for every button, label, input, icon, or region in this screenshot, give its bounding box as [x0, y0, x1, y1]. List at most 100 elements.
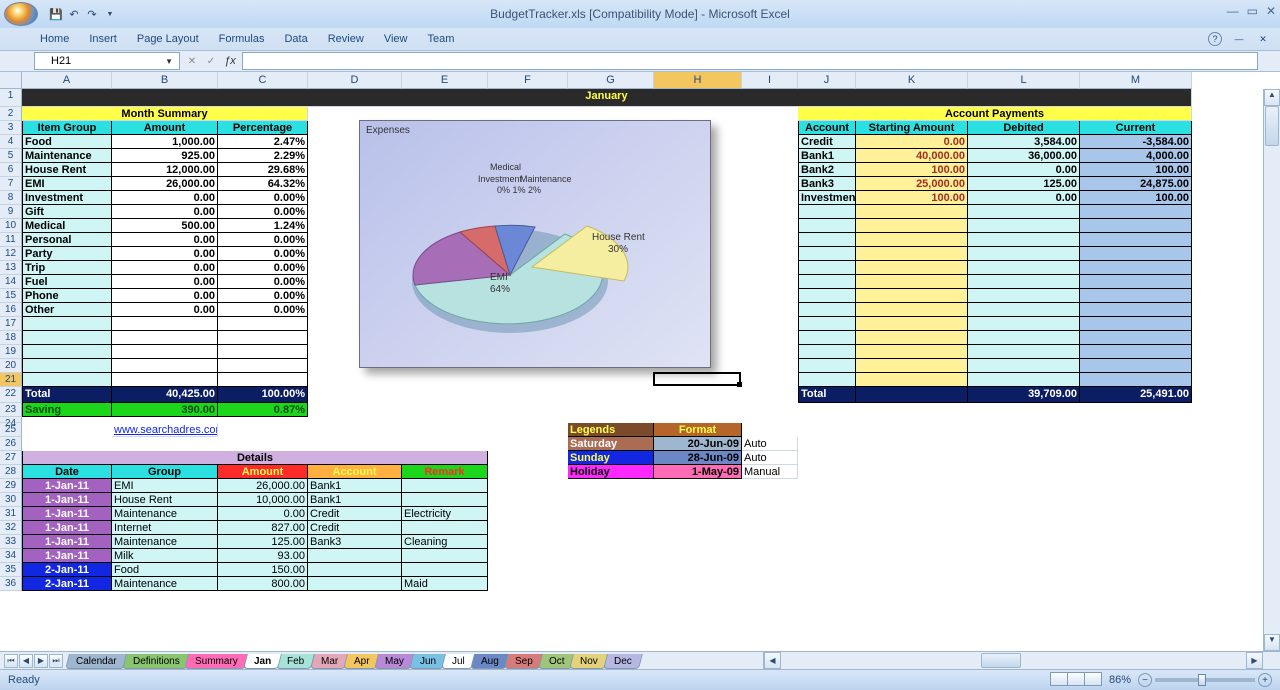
cell[interactable] [856, 275, 968, 289]
cell[interactable]: Remark [402, 465, 488, 479]
cell[interactable]: 40,425.00 [112, 387, 218, 403]
cell[interactable]: 0.00 [968, 191, 1080, 205]
row-header[interactable]: 3 [0, 121, 22, 135]
cell[interactable]: Holiday [568, 465, 654, 479]
cell[interactable]: Party [22, 247, 112, 261]
scroll-thumb[interactable] [1265, 106, 1279, 146]
row-header[interactable]: 11 [0, 233, 22, 247]
cell[interactable] [1080, 219, 1192, 233]
cell[interactable]: 0.00% [218, 303, 308, 317]
row-header[interactable]: 17 [0, 317, 22, 331]
cell[interactable] [798, 219, 856, 233]
cell[interactable]: 0.00% [218, 289, 308, 303]
cell[interactable] [798, 359, 856, 373]
col-header[interactable]: E [402, 72, 488, 89]
cell[interactable] [402, 479, 488, 493]
ribbon-tab-insert[interactable]: Insert [89, 33, 117, 45]
row-header[interactable]: 1 [0, 89, 22, 107]
ribbon-tab-view[interactable]: View [384, 33, 408, 45]
cell[interactable]: Food [22, 135, 112, 149]
cell[interactable]: 100.00 [1080, 191, 1192, 205]
cell[interactable]: 40,000.00 [856, 149, 968, 163]
row-header[interactable]: 26 [0, 437, 22, 451]
col-header[interactable]: C [218, 72, 308, 89]
fx-icon[interactable]: ƒx [222, 53, 238, 69]
cell[interactable] [968, 373, 1080, 387]
cell[interactable]: 0.00 [856, 135, 968, 149]
cell[interactable]: Trip [22, 261, 112, 275]
sheet-tab-feb[interactable]: Feb [276, 654, 315, 669]
cell[interactable]: 36,000.00 [968, 149, 1080, 163]
cell[interactable]: Bank3 [798, 177, 856, 191]
col-header[interactable]: H [654, 72, 742, 89]
cell[interactable]: Medical [22, 219, 112, 233]
cell[interactable] [22, 317, 112, 331]
row-header[interactable]: 27 [0, 451, 22, 465]
cell[interactable] [22, 373, 112, 387]
cell[interactable]: 64.32% [218, 177, 308, 191]
cell[interactable]: Total [798, 387, 856, 403]
cell[interactable]: 2-Jan-11 [22, 577, 112, 591]
sheet-tab-jan[interactable]: Jan [243, 654, 282, 669]
row-header[interactable]: 28 [0, 465, 22, 479]
cell[interactable]: Maintenance [112, 577, 218, 591]
name-box[interactable]: H21 ▼ [34, 52, 180, 70]
cell[interactable] [1080, 247, 1192, 261]
row-header[interactable]: 36 [0, 577, 22, 591]
cell[interactable] [218, 345, 308, 359]
cell[interactable]: Bank3 [308, 535, 402, 549]
cell[interactable] [968, 261, 1080, 275]
expenses-pie-chart[interactable]: Expenses EMI 64% House Rent 30% Medical … [359, 120, 711, 368]
next-sheet-button[interactable]: ▶ [34, 654, 48, 668]
cell[interactable] [856, 345, 968, 359]
cell[interactable] [1080, 275, 1192, 289]
zoom-level[interactable]: 86% [1109, 674, 1131, 686]
cell[interactable]: 10,000.00 [218, 493, 308, 507]
cell[interactable]: 3,584.00 [968, 135, 1080, 149]
details-title[interactable]: Details [22, 451, 488, 465]
cell[interactable] [968, 303, 1080, 317]
row-header[interactable]: 14 [0, 275, 22, 289]
cell[interactable]: 1-Jan-11 [22, 493, 112, 507]
cell[interactable] [798, 331, 856, 345]
cell[interactable]: 0.00 [112, 247, 218, 261]
cell[interactable]: 0.00 [218, 507, 308, 521]
ribbon-tab-team[interactable]: Team [427, 33, 454, 45]
scroll-right-button[interactable]: ▶ [1246, 652, 1263, 669]
cell[interactable]: -3,584.00 [1080, 135, 1192, 149]
row-header[interactable]: 32 [0, 521, 22, 535]
ribbon-tab-page-layout[interactable]: Page Layout [137, 33, 199, 45]
cell[interactable] [798, 261, 856, 275]
cell[interactable]: Account [308, 465, 402, 479]
worksheet-grid[interactable]: ABCDEFGHIJKLM 12345678910111213141516171… [0, 72, 1280, 651]
cell[interactable]: 0.00% [218, 261, 308, 275]
row-header[interactable]: 12 [0, 247, 22, 261]
cell[interactable]: Bank1 [798, 149, 856, 163]
cell[interactable] [798, 303, 856, 317]
cell[interactable]: Investment [22, 191, 112, 205]
row-header[interactable]: 19 [0, 345, 22, 359]
horizontal-scrollbar[interactable]: ◀ ▶ [763, 652, 1263, 669]
select-all-corner[interactable] [0, 72, 22, 89]
cell[interactable] [1080, 205, 1192, 219]
cell[interactable] [308, 577, 402, 591]
row-header[interactable]: 31 [0, 507, 22, 521]
cell[interactable]: Personal [22, 233, 112, 247]
cell[interactable]: Internet [112, 521, 218, 535]
cell[interactable]: 125.00 [968, 177, 1080, 191]
last-sheet-button[interactable]: ⏭ [49, 654, 63, 668]
qat-dropdown-icon[interactable]: ▼ [102, 6, 118, 22]
cell[interactable]: 0.87% [218, 403, 308, 417]
cell[interactable] [1080, 373, 1192, 387]
cell[interactable] [402, 521, 488, 535]
cell[interactable] [798, 345, 856, 359]
cell[interactable]: 100.00 [1080, 163, 1192, 177]
cell[interactable]: 1-Jan-11 [22, 507, 112, 521]
col-header[interactable]: J [798, 72, 856, 89]
cell[interactable]: 100.00 [856, 163, 968, 177]
cell[interactable]: 0.00 [968, 163, 1080, 177]
cell[interactable] [22, 359, 112, 373]
cell[interactable]: Total [22, 387, 112, 403]
cell[interactable] [1080, 233, 1192, 247]
cell[interactable]: 2.47% [218, 135, 308, 149]
